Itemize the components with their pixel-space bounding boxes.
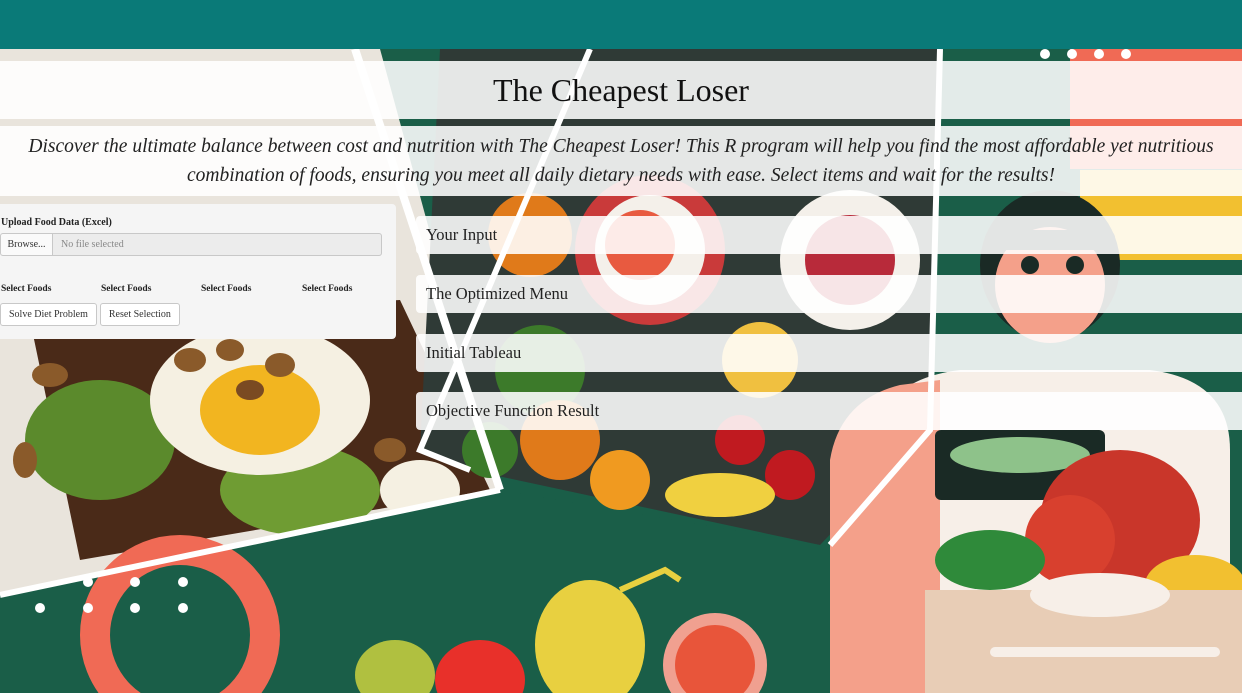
top-navbar — [0, 0, 1242, 49]
page-title: The Cheapest Loser — [493, 71, 749, 108]
panel-optimized-menu[interactable]: The Optimized Menu — [416, 275, 1242, 313]
select-foods-label-4: Select Foods — [302, 284, 353, 294]
solve-diet-problem-button[interactable]: Solve Diet Problem — [0, 303, 97, 326]
upload-label: Upload Food Data (Excel) — [1, 217, 112, 228]
select-foods-label-2: Select Foods — [101, 284, 152, 294]
panel-objective-function-result[interactable]: Objective Function Result — [416, 392, 1242, 430]
food-selectors: Select Foods Select Foods Select Foods S… — [1, 284, 395, 298]
sidebar-panel: Upload Food Data (Excel) Browse... No fi… — [0, 204, 396, 339]
reset-selection-button[interactable]: Reset Selection — [99, 303, 180, 326]
panel-your-input[interactable]: Your Input — [416, 216, 1242, 254]
description-panel: Discover the ultimate balance between co… — [0, 126, 1242, 196]
action-buttons: Solve Diet Problem Reset Selection — [0, 303, 180, 326]
panel-initial-tableau[interactable]: Initial Tableau — [416, 334, 1242, 372]
file-input[interactable]: Browse... No file selected — [0, 233, 382, 256]
app-description: Discover the ultimate balance between co… — [28, 136, 1214, 186]
select-foods-label-1: Select Foods — [1, 284, 52, 294]
title-panel: The Cheapest Loser — [0, 61, 1242, 119]
select-foods-label-3: Select Foods — [201, 284, 252, 294]
file-name-display[interactable]: No file selected — [53, 233, 382, 256]
browse-button[interactable]: Browse... — [0, 233, 53, 256]
